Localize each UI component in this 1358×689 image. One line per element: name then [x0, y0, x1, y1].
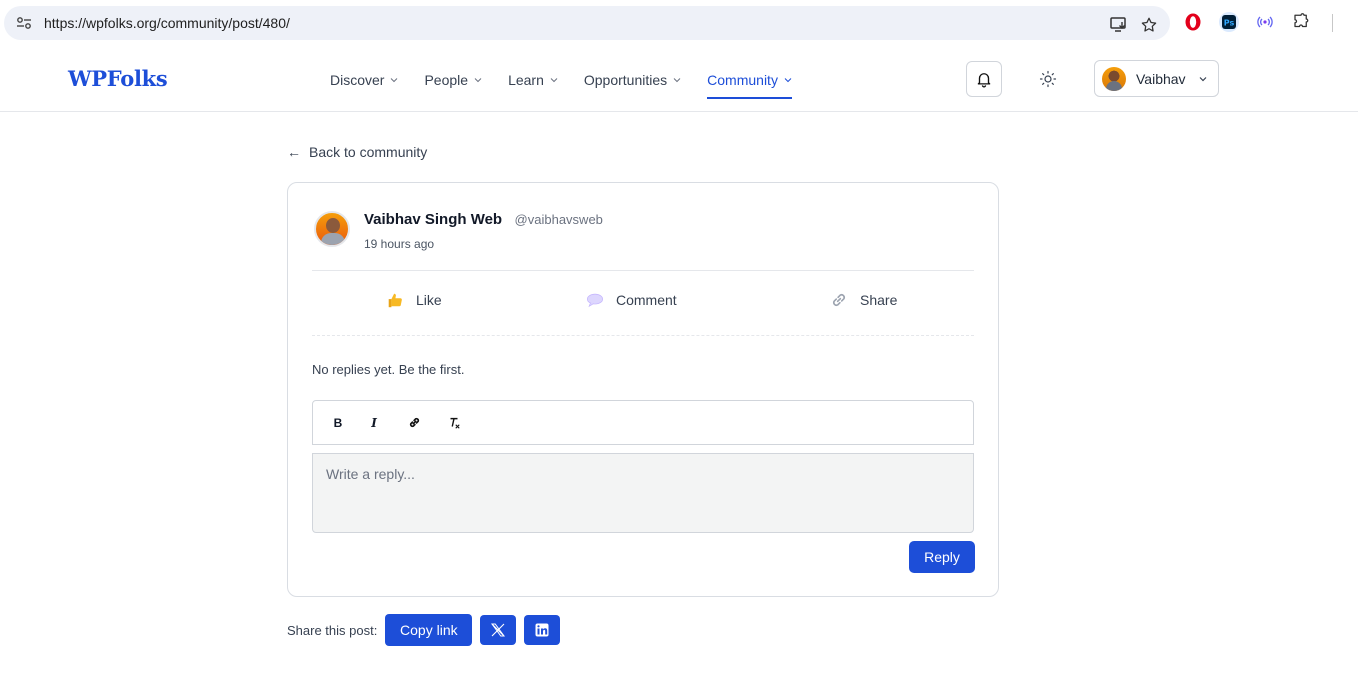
x-logo-icon — [491, 623, 506, 637]
nav-opportunities[interactable]: Opportunities — [584, 70, 681, 90]
browser-toolbar: https://wpfolks.org/community/post/480/ … — [0, 0, 1358, 46]
opera-extension-icon[interactable] — [1182, 11, 1204, 33]
nav-people[interactable]: People — [424, 70, 482, 90]
share-label: Share this post: — [287, 622, 378, 638]
nav-discover[interactable]: Discover — [330, 70, 398, 90]
notifications-button[interactable] — [966, 61, 1002, 97]
nav-label: Community — [707, 72, 778, 88]
chevron-down-icon — [673, 78, 681, 83]
sun-icon — [1039, 70, 1057, 88]
site-logo[interactable]: WPFolks — [68, 66, 168, 91]
share-post-row: Share this post: Copy link — [287, 614, 568, 646]
like-label: Like — [416, 292, 442, 308]
link-icon — [830, 291, 848, 309]
nav-label: Opportunities — [583, 72, 668, 88]
post-actions: Like Comment Share — [312, 283, 974, 319]
post-card: Vaibhav Singh Web @vaibhavsweb 19 hours … — [287, 182, 999, 597]
share-label: Share — [860, 292, 898, 308]
speech-bubble-icon — [586, 291, 604, 309]
post-timestamp: 19 hours ago — [364, 237, 435, 251]
chevron-down-icon — [784, 78, 792, 83]
italic-button[interactable]: I — [363, 412, 385, 434]
no-replies-message: No replies yet. Be the first. — [312, 362, 465, 377]
nav-label: Discover — [330, 72, 385, 88]
chevron-down-icon — [550, 78, 558, 83]
post-author: Vaibhav Singh Web @vaibhavsweb 19 hours … — [314, 211, 603, 251]
like-button[interactable]: Like — [386, 291, 442, 309]
photoshop-extension-icon[interactable]: Ps — [1218, 11, 1240, 33]
user-menu-button[interactable]: Vaibhav — [1094, 60, 1219, 97]
main-nav: Discover People Learn Opportunities Comm… — [330, 70, 818, 99]
author-handle: @vaibhavsweb — [514, 212, 603, 227]
chevron-down-icon — [474, 78, 482, 83]
linkedin-icon — [535, 623, 549, 637]
arrow-left-icon: ← — [287, 144, 301, 160]
nav-label: People — [424, 72, 469, 88]
svg-text:Ps: Ps — [1224, 19, 1235, 28]
nav-learn[interactable]: Learn — [508, 70, 558, 90]
clear-format-icon — [450, 417, 460, 429]
broadcast-extension-icon[interactable] — [1254, 11, 1276, 33]
address-bar[interactable]: https://wpfolks.org/community/post/480/ — [4, 6, 1170, 40]
comment-label: Comment — [616, 292, 677, 308]
thumbs-up-icon — [386, 291, 404, 309]
link-icon — [409, 417, 419, 428]
theme-toggle-button[interactable] — [1036, 67, 1060, 91]
user-name: Vaibhav — [1136, 70, 1186, 87]
reply-editor-toolbar: B I — [312, 400, 974, 445]
site-info-icon[interactable] — [16, 16, 32, 30]
divider — [312, 335, 974, 336]
author-avatar[interactable] — [314, 211, 350, 247]
reply-button[interactable]: Reply — [909, 541, 975, 573]
url-text[interactable]: https://wpfolks.org/community/post/480/ — [44, 15, 290, 31]
back-link-label: Back to community — [309, 144, 428, 160]
nav-community[interactable]: Community — [707, 70, 792, 99]
toolbar-divider — [1332, 14, 1333, 32]
share-linkedin-button[interactable] — [524, 615, 561, 645]
copy-link-button[interactable]: Copy link — [385, 614, 473, 646]
bold-button[interactable]: B — [327, 412, 349, 434]
extensions-puzzle-icon[interactable] — [1290, 11, 1312, 33]
bookmark-star-icon[interactable] — [1138, 14, 1160, 36]
clear-formatting-button[interactable] — [443, 412, 465, 434]
share-x-button[interactable] — [480, 615, 517, 645]
reply-textarea[interactable]: Write a reply... — [312, 453, 974, 533]
chevron-down-icon — [391, 78, 398, 83]
reply-placeholder: Write a reply... — [326, 466, 415, 482]
insert-link-button[interactable] — [403, 412, 425, 434]
author-name[interactable]: Vaibhav Singh Web — [364, 211, 502, 228]
install-app-icon[interactable] — [1108, 14, 1130, 36]
comment-button[interactable]: Comment — [586, 291, 677, 309]
chevron-down-icon — [1199, 76, 1206, 81]
active-nav-indicator — [707, 97, 792, 99]
back-to-community-link[interactable]: ← Back to community — [287, 144, 427, 160]
site-header: WPFolks Discover People Learn Opportunit… — [0, 46, 1358, 112]
share-button[interactable]: Share — [830, 291, 897, 309]
divider — [312, 270, 974, 271]
bell-icon — [977, 73, 991, 88]
avatar — [1102, 66, 1126, 91]
nav-label: Learn — [508, 72, 544, 88]
